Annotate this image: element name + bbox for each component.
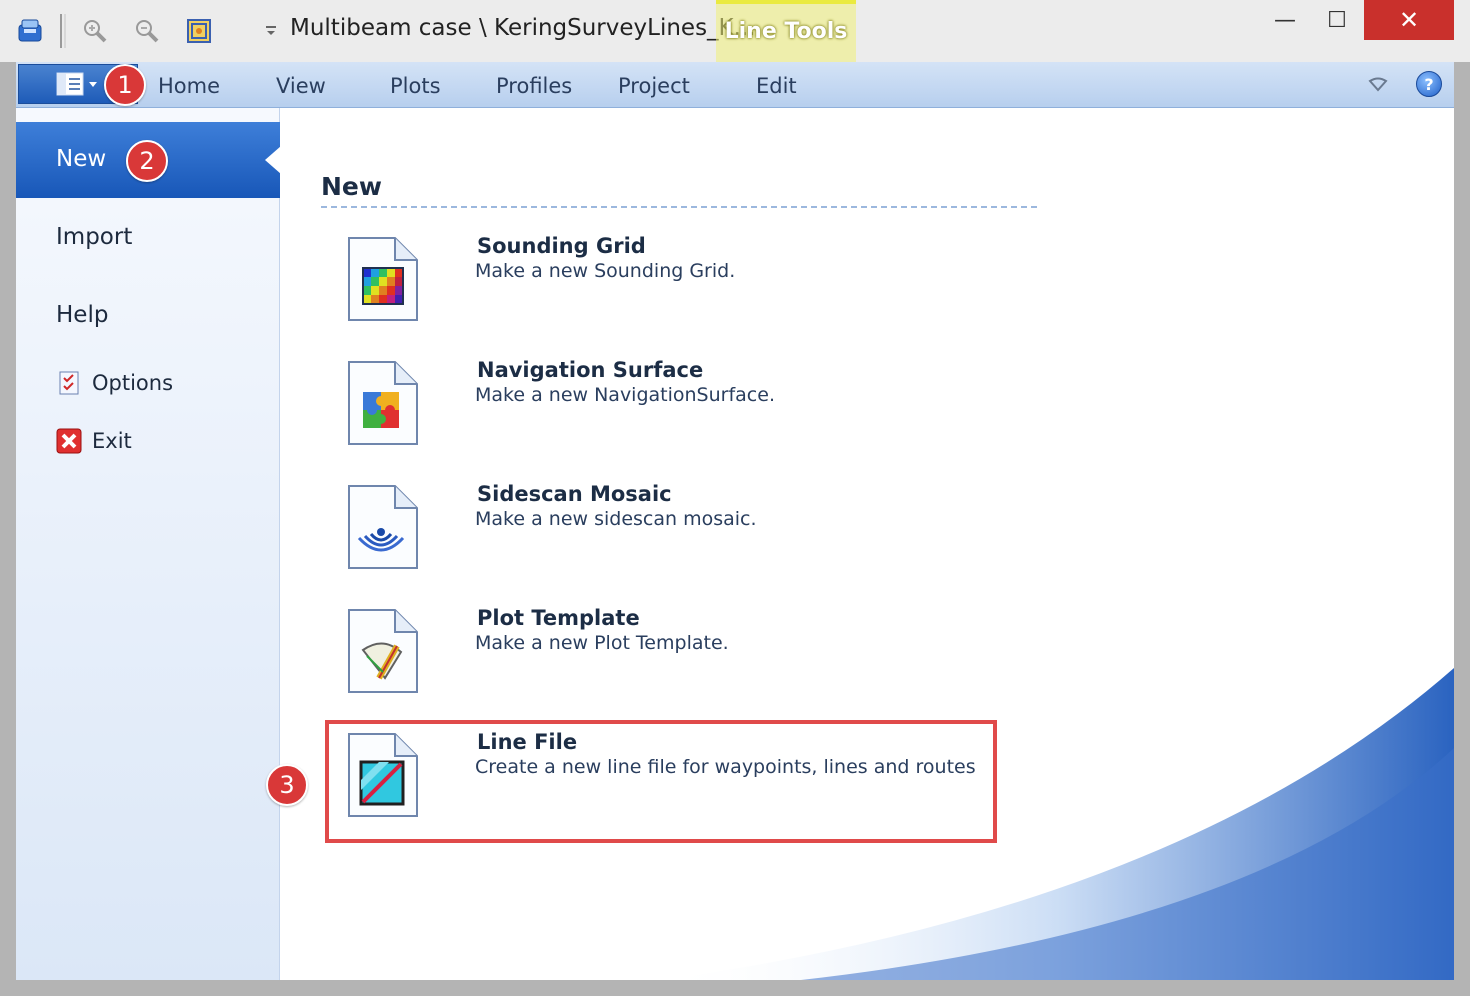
step-callout-3: 3 (266, 764, 308, 806)
ribbon-collapse-icon[interactable] (1366, 72, 1390, 96)
options-icon (56, 370, 82, 396)
item-description: Make a new Sounding Grid. (475, 260, 736, 282)
sidescan-mosaic-icon (348, 485, 418, 569)
backstage-content: New Sounding Grid Make a new Sounding Gr… (281, 108, 1454, 980)
section-divider (321, 206, 1037, 208)
exit-icon (56, 428, 82, 454)
plot-template-icon (348, 609, 418, 693)
nav-item-exit[interactable]: Exit (56, 428, 132, 454)
item-title: Line File (477, 730, 578, 754)
backstage-nav: New Import Help Options Exit (16, 108, 281, 980)
app-icon[interactable] (16, 14, 46, 48)
backstage-view: New Import Help Options Exit New Soundin… (16, 108, 1454, 980)
navigation-surface-icon (348, 361, 418, 445)
ribbon-tab-bar: Home View Plots Profiles Project Edit ? (16, 62, 1454, 108)
zoom-extent-icon[interactable] (184, 14, 214, 48)
nav-item-options-label: Options (92, 371, 174, 395)
zoom-in-icon[interactable] (80, 14, 110, 48)
new-plot-template-item[interactable]: Plot Template Make a new Plot Template. (321, 606, 1021, 716)
new-sidescan-mosaic-item[interactable]: Sidescan Mosaic Make a new sidescan mosa… (321, 482, 1021, 592)
step-callout-1: 1 (104, 64, 146, 106)
line-file-icon (348, 733, 418, 817)
item-title: Plot Template (477, 606, 640, 630)
app-menu-icon (56, 72, 97, 96)
nav-item-exit-label: Exit (92, 429, 132, 453)
new-navigation-surface-item[interactable]: Navigation Surface Make a new Navigation… (321, 358, 1021, 468)
close-button[interactable]: ✕ (1364, 0, 1454, 40)
window-title: Multibeam case \ KeringSurveyLines_K... (290, 15, 756, 41)
step-callout-2: 2 (126, 140, 168, 182)
item-description: Create a new line file for waypoints, li… (475, 756, 976, 778)
help-icon[interactable]: ? (1416, 71, 1442, 97)
section-title: New (321, 172, 382, 201)
new-line-file-item[interactable]: Line File Create a new line file for way… (321, 730, 1021, 840)
item-title: Navigation Surface (477, 358, 704, 382)
item-title: Sidescan Mosaic (477, 482, 672, 506)
tab-project[interactable]: Project (618, 74, 690, 98)
nav-item-import[interactable]: Import (56, 224, 132, 250)
new-sounding-grid-item[interactable]: Sounding Grid Make a new Sounding Grid. (321, 234, 1021, 344)
application-window: Multibeam case \ KeringSurveyLines_K... … (0, 0, 1470, 996)
item-description: Make a new sidescan mosaic. (475, 508, 757, 530)
item-description: Make a new NavigationSurface. (475, 384, 775, 406)
tab-view[interactable]: View (276, 74, 326, 98)
minimize-button[interactable]: — (1258, 0, 1312, 40)
zoom-out-icon[interactable] (132, 14, 162, 48)
maximize-button[interactable]: ☐ (1312, 0, 1362, 40)
contextual-tab-group-text: Line Tools (724, 19, 848, 44)
title-bar: Multibeam case \ KeringSurveyLines_K... … (0, 0, 1470, 104)
item-title: Sounding Grid (477, 234, 646, 258)
tab-plots[interactable]: Plots (390, 74, 441, 98)
customize-quick-access-icon[interactable] (256, 14, 286, 48)
tab-edit[interactable]: Edit (756, 74, 797, 98)
selected-arrow-indicator (265, 146, 281, 174)
sounding-grid-icon (348, 237, 418, 321)
item-description: Make a new Plot Template. (475, 632, 729, 654)
tab-profiles[interactable]: Profiles (496, 74, 572, 98)
nav-item-new-label: New (56, 146, 107, 172)
quick-access-separator (60, 14, 66, 48)
tab-home[interactable]: Home (158, 74, 220, 98)
nav-item-help[interactable]: Help (56, 302, 108, 328)
nav-item-options[interactable]: Options (56, 370, 173, 396)
